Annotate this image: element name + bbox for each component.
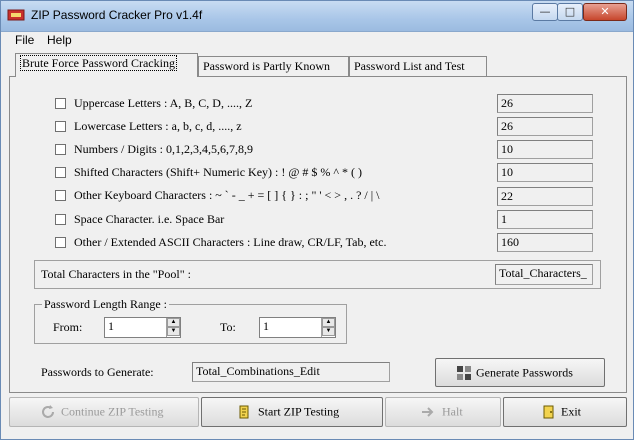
generate-passwords-button[interactable]: Generate Passwords — [435, 358, 605, 387]
lowercase-count: 26 — [497, 117, 593, 136]
uppercase-label: Uppercase Letters : A, B, C, D, ...., Z — [74, 96, 253, 110]
exit-button-label: Exit — [561, 404, 581, 419]
tab-label: Password is Partly Known — [203, 59, 331, 73]
tab-password-list[interactable]: Password List and Test — [349, 56, 487, 76]
space-label: Space Character. i.e. Space Bar — [74, 212, 225, 226]
close-button[interactable]: ✕ — [583, 3, 627, 21]
keyboard-label: Other Keyboard Characters : ~ ` - _ + = … — [74, 188, 380, 202]
menu-bar: File Help — [9, 32, 627, 50]
to-value: 1 — [263, 319, 269, 333]
uppercase-checkbox[interactable] — [55, 98, 66, 109]
extended-checkbox[interactable] — [55, 237, 66, 248]
space-checkbox[interactable] — [55, 214, 66, 225]
shifted-label: Shifted Characters (Shift+ Numeric Key) … — [74, 165, 363, 179]
continue-zip-testing-button[interactable]: Continue ZIP Testing — [9, 397, 199, 427]
from-value: 1 — [108, 319, 114, 333]
keyboard-checkbox[interactable] — [55, 190, 66, 201]
from-stepper[interactable]: 1 ▲ ▼ — [104, 317, 181, 338]
lowercase-label: Lowercase Letters : a, b, c, d, ...., z — [74, 119, 242, 133]
start-button-label: Start ZIP Testing — [258, 404, 340, 419]
to-spin[interactable]: ▲ ▼ — [321, 318, 335, 337]
shifted-count: 10 — [497, 163, 593, 182]
title-bar: ZIP Password Cracker Pro v1.4f — □ ✕ — [1, 1, 633, 32]
to-label: To: — [220, 320, 236, 334]
continue-button-label: Continue ZIP Testing — [61, 404, 164, 419]
maximize-button[interactable]: □ — [557, 3, 583, 21]
pool-total-field: Total_Characters_ — [495, 264, 593, 285]
from-label: From: — [53, 320, 83, 334]
menu-file[interactable]: File — [15, 33, 34, 47]
halt-icon — [422, 407, 434, 417]
numbers-label: Numbers / Digits : 0,1,2,3,4,5,6,7,8,9 — [74, 142, 253, 156]
from-increment-icon[interactable]: ▲ — [167, 318, 180, 327]
length-range-title: Password Length Range : — [42, 297, 169, 312]
start-zip-testing-button[interactable]: Start ZIP Testing — [201, 397, 383, 427]
generate-button-label: Generate Passwords — [476, 365, 573, 379]
menu-help[interactable]: Help — [47, 33, 72, 47]
space-count: 1 — [497, 210, 593, 229]
tab-partly-known[interactable]: Password is Partly Known — [198, 56, 349, 76]
start-icon — [239, 405, 249, 419]
to-stepper[interactable]: 1 ▲ ▼ — [259, 317, 336, 338]
tab-label: Brute Force Password Cracking — [20, 55, 177, 71]
combinations-field: Total_Combinations_Edit — [192, 362, 390, 382]
extended-count: 160 — [497, 233, 593, 252]
exit-door-icon — [543, 405, 554, 419]
refresh-icon — [42, 405, 54, 418]
app-window: ZIP Password Cracker Pro v1.4f — □ ✕ Fil… — [0, 0, 634, 440]
halt-button[interactable]: Halt — [385, 397, 501, 427]
to-decrement-icon[interactable]: ▼ — [322, 327, 335, 336]
pool-label: Total Characters in the "Pool" : — [41, 267, 191, 281]
minimize-button[interactable]: — — [532, 3, 558, 21]
from-decrement-icon[interactable]: ▼ — [167, 327, 180, 336]
app-icon — [7, 9, 25, 21]
window-title: ZIP Password Cracker Pro v1.4f — [31, 8, 203, 22]
generate-label: Passwords to Generate: — [41, 365, 154, 379]
shifted-checkbox[interactable] — [55, 167, 66, 178]
tab-brute-force[interactable]: Brute Force Password Cracking — [15, 53, 198, 77]
generate-icon — [457, 365, 471, 380]
lowercase-checkbox[interactable] — [55, 121, 66, 132]
numbers-count: 10 — [497, 140, 593, 159]
extended-label: Other / Extended ASCII Characters : Line… — [74, 235, 387, 249]
numbers-checkbox[interactable] — [55, 144, 66, 155]
exit-button[interactable]: Exit — [503, 397, 627, 427]
halt-button-label: Halt — [442, 404, 463, 419]
uppercase-count: 26 — [497, 94, 593, 113]
keyboard-count: 22 — [497, 187, 593, 206]
from-spin[interactable]: ▲ ▼ — [166, 318, 180, 337]
to-increment-icon[interactable]: ▲ — [322, 318, 335, 327]
tab-label: Password List and Test — [354, 59, 465, 73]
